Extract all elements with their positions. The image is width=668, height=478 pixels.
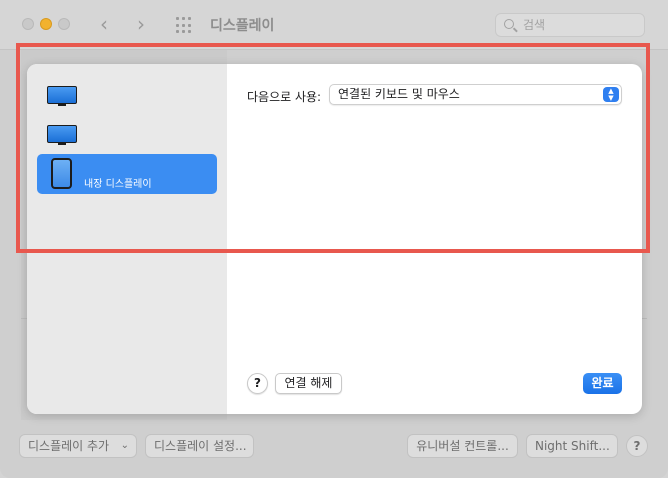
add-display-label: 디스플레이 추가: [28, 439, 110, 453]
display-item-builtin[interactable]: 내장 디스플레이: [37, 154, 217, 194]
search-placeholder: 검색: [523, 18, 546, 32]
up-down-arrows-icon: ▲ ▼: [603, 87, 619, 102]
monitor-icon[interactable]: [47, 125, 77, 145]
use-as-value: 연결된 키보드 및 마우스: [338, 87, 460, 101]
search-icon: [504, 19, 514, 29]
sheet-help-button[interactable]: ?: [247, 373, 268, 394]
display-options-sheet: 내장 디스플레이 다음으로 사용: 연결된 키보드 및 마우스 ▲ ▼ ? 연결 …: [27, 64, 642, 414]
chevron-down-icon: ⌄: [120, 440, 129, 451]
use-as-label: 다음으로 사용:: [247, 90, 322, 104]
display-options-panel: 다음으로 사용: 연결된 키보드 및 마우스 ▲ ▼ ? 연결 해제 완료: [227, 64, 642, 414]
disconnect-button[interactable]: 연결 해제: [275, 373, 342, 394]
display-item-label: 내장 디스플레이: [84, 179, 152, 190]
add-display-button[interactable]: 디스플레이 추가 ⌄: [19, 434, 137, 458]
window-title: 디스플레이: [210, 18, 275, 34]
display-settings-button[interactable]: 디스플레이 설정...: [145, 434, 254, 458]
night-shift-button[interactable]: Night Shift...: [526, 434, 618, 458]
done-button[interactable]: 완료: [583, 373, 622, 394]
close-window-button[interactable]: [22, 18, 34, 30]
zoom-window-button[interactable]: [58, 18, 70, 30]
display-list: 내장 디스플레이: [27, 64, 227, 414]
search-input[interactable]: 검색: [495, 13, 645, 37]
chevron-left-icon[interactable]: ‹: [100, 12, 108, 36]
app-grid-icon[interactable]: [176, 17, 193, 34]
monitor-icon[interactable]: [47, 86, 77, 106]
universal-control-button[interactable]: 유니버설 컨트롤...: [407, 434, 518, 458]
title-bar: ‹ › 디스플레이 검색: [0, 0, 668, 50]
help-button[interactable]: ?: [626, 435, 648, 457]
ipad-icon: [51, 158, 72, 189]
minimize-window-button[interactable]: [40, 18, 52, 30]
chevron-right-icon[interactable]: ›: [137, 12, 145, 36]
use-as-select[interactable]: 연결된 키보드 및 마우스 ▲ ▼: [329, 84, 622, 105]
